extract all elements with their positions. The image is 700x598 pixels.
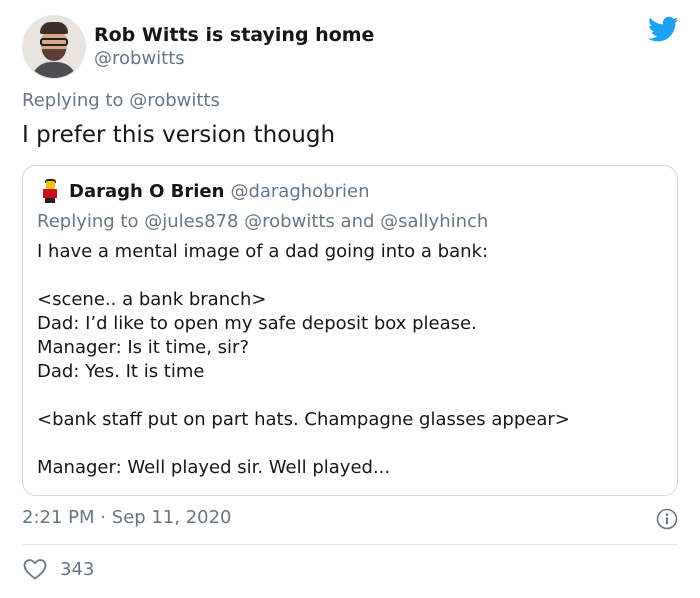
- quoted-text-line: <scene.. a bank branch>: [37, 289, 267, 310]
- info-icon[interactable]: [656, 508, 678, 530]
- quoted-text-line: <bank staff put on part hats. Champagne …: [37, 409, 570, 430]
- like-count: 343: [60, 558, 95, 580]
- like-action[interactable]: 343: [22, 557, 94, 581]
- author-names: Rob Witts is staying home @robwitts: [94, 23, 374, 71]
- replying-to-handle-link[interactable]: @robwitts: [129, 90, 220, 111]
- replying-to-label: Replying to: [22, 90, 130, 111]
- quoted-author-handle[interactable]: @daraghobrien: [230, 181, 369, 202]
- quoted-text-line: Dad: I’d like to open my safe deposit bo…: [37, 313, 477, 334]
- quoted-reply-handle-link[interactable]: @robwitts: [244, 211, 335, 232]
- author-handle[interactable]: @robwitts: [94, 47, 374, 71]
- quoted-reply-and: and: [334, 211, 381, 232]
- quoted-tweet-text: I have a mental image of a dad going int…: [37, 240, 663, 480]
- quoted-text-line: I have a mental image of a dad going int…: [37, 241, 489, 262]
- quoted-text-line: Manager: Is it time, sir?: [37, 337, 250, 358]
- tweet-card: Rob Witts is staying home @robwitts Repl…: [0, 0, 700, 598]
- tweet-timestamp[interactable]: 2:21 PM · Sep 11, 2020: [22, 507, 232, 528]
- quoted-author-name[interactable]: Daragh O Brien: [69, 181, 224, 202]
- quoted-text-line: [37, 432, 663, 456]
- heart-icon[interactable]: [22, 557, 48, 581]
- quoted-text-line: Dad: Yes. It is time: [37, 361, 205, 382]
- quoted-reply-handle-link[interactable]: @sallyhinch: [380, 211, 488, 232]
- quoted-text-line: [37, 264, 663, 288]
- quoted-tweet[interactable]: Daragh O Brien @daraghobrien Replying to…: [22, 165, 678, 496]
- quoted-reply-handle-link[interactable]: @jules878: [144, 211, 238, 232]
- quoted-replying-to: Replying to @jules878 @robwitts and @sal…: [37, 211, 488, 232]
- quoted-tweet-header: Daragh O Brien @daraghobrien: [37, 178, 369, 204]
- quoted-replying-to-label: Replying to: [37, 211, 145, 232]
- divider: [22, 544, 678, 545]
- quoted-author-avatar[interactable]: [37, 178, 63, 204]
- twitter-bird-icon[interactable]: [648, 16, 679, 43]
- quoted-text-line: Manager: Well played sir. Well played...: [37, 457, 391, 478]
- replying-to: Replying to @robwitts: [22, 90, 220, 111]
- quoted-text-line: [37, 384, 663, 408]
- author-display-name[interactable]: Rob Witts is staying home: [94, 23, 374, 47]
- author-avatar[interactable]: [22, 15, 86, 79]
- tweet-header: Rob Witts is staying home @robwitts: [22, 15, 374, 79]
- tweet-text: I prefer this version though: [22, 122, 336, 148]
